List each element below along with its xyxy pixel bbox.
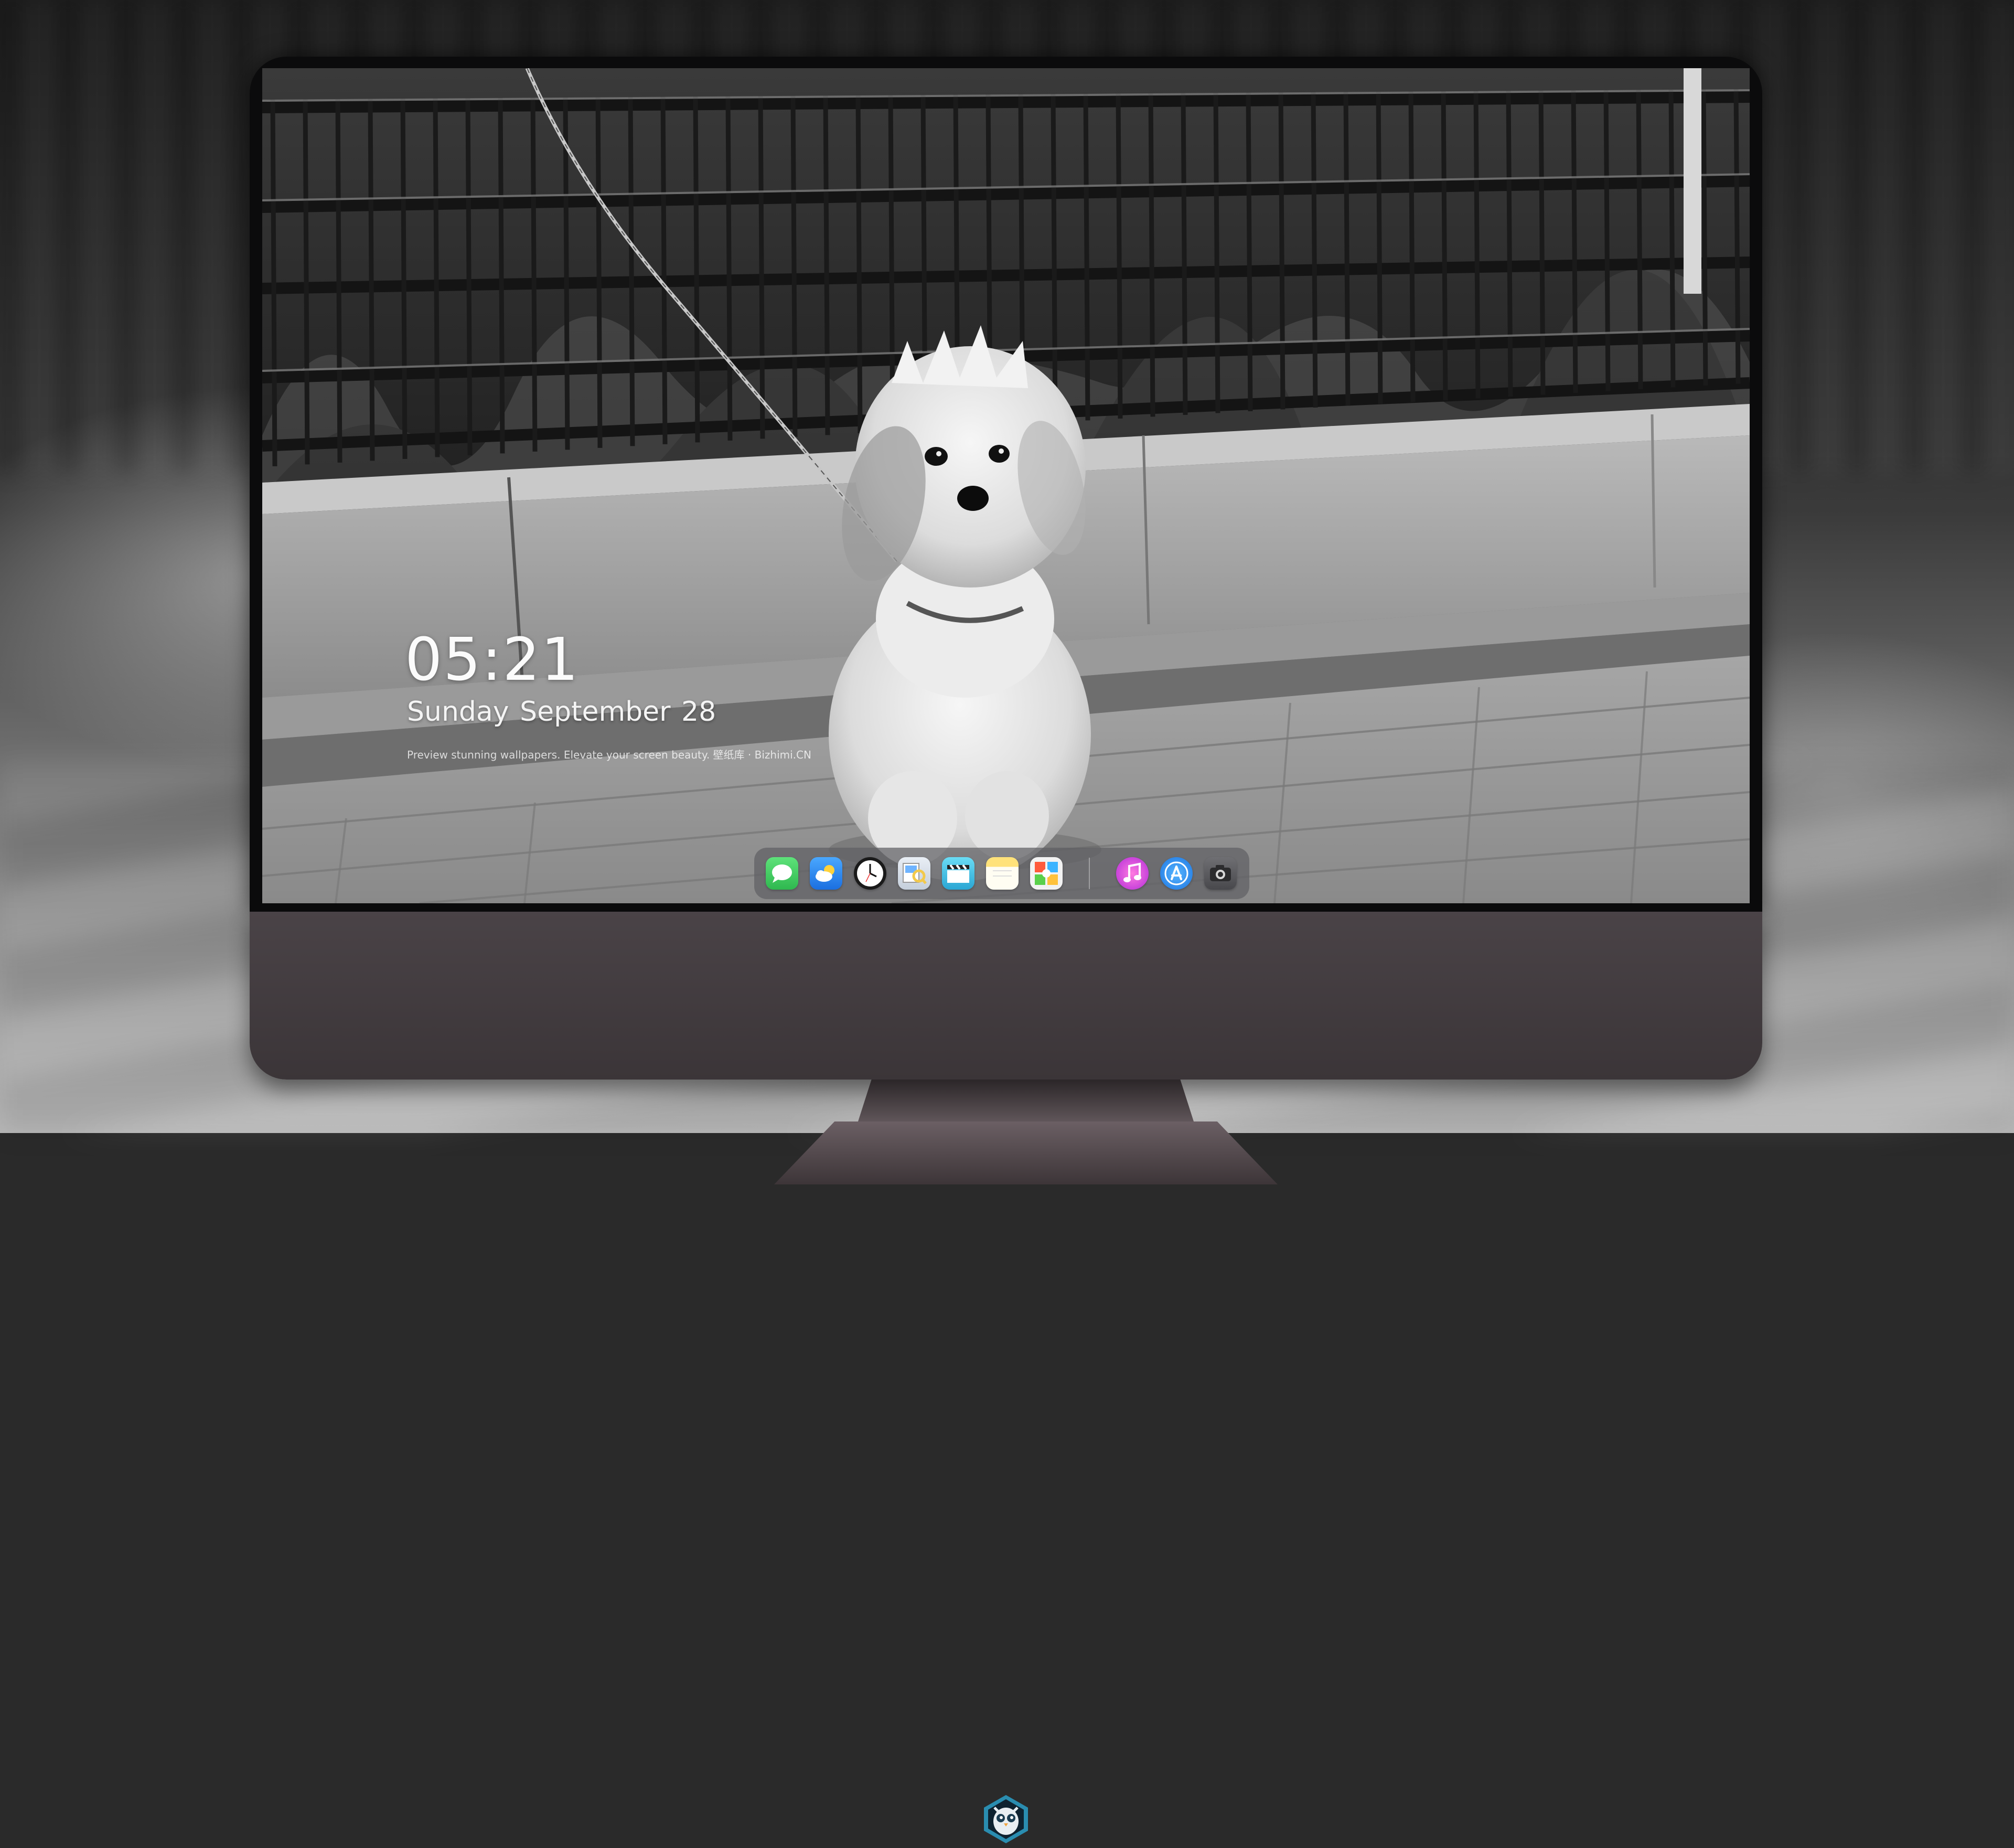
itunes-icon[interactable] xyxy=(1116,857,1149,890)
fence-bar xyxy=(660,97,668,444)
owl-mascot-icon xyxy=(980,1793,1032,1845)
dock xyxy=(754,848,1249,899)
fence-bar xyxy=(303,99,310,465)
fence-bar xyxy=(400,99,408,459)
lock-clock: 05:21 xyxy=(405,626,580,694)
preview-icon[interactable] xyxy=(898,857,930,890)
fence-bar xyxy=(1408,91,1416,402)
fence-bar xyxy=(758,96,765,439)
fence-bar xyxy=(1246,92,1253,411)
fence-bar xyxy=(1278,92,1285,410)
fence-bar xyxy=(1116,93,1123,419)
fence-bar xyxy=(1733,89,1741,384)
fence-bar xyxy=(530,98,538,452)
fence-bar xyxy=(368,99,375,461)
fence-bar xyxy=(1506,91,1513,397)
fence-bar xyxy=(725,96,733,441)
fence-bar xyxy=(1148,93,1155,417)
fence-bar xyxy=(790,95,798,437)
notes-icon[interactable] xyxy=(986,857,1019,890)
fence-bar xyxy=(1571,90,1578,393)
fence-bar xyxy=(1473,91,1481,399)
fence-bar xyxy=(1668,90,1676,388)
fence-bar xyxy=(1441,91,1448,400)
fence-bar xyxy=(465,98,473,455)
fence-bar xyxy=(823,95,830,435)
dock-separator xyxy=(1089,858,1090,889)
monitor: 05:21 Sunday September 28 Preview stunni… xyxy=(250,57,1762,1843)
monitor-stand-base xyxy=(774,1121,1278,1184)
fence-bar xyxy=(628,97,635,446)
fence-bar xyxy=(855,95,863,433)
monitor-bezel: 05:21 Sunday September 28 Preview stunni… xyxy=(250,57,1762,912)
fence-bar xyxy=(498,98,505,454)
clapper-icon[interactable] xyxy=(942,857,974,890)
fence-bar xyxy=(1343,92,1351,406)
clock-icon[interactable] xyxy=(854,857,886,890)
fence-bar xyxy=(1376,91,1383,404)
lock-screen[interactable]: 05:21 Sunday September 28 Preview stunni… xyxy=(262,68,1750,903)
fence-bar xyxy=(1181,93,1188,415)
monitor-chin xyxy=(250,912,1762,1843)
fence-bar xyxy=(595,97,603,448)
fence-bar xyxy=(433,98,440,457)
fence-bar xyxy=(335,99,342,463)
fence-bar xyxy=(1083,93,1090,421)
fence-bar xyxy=(270,99,277,466)
photo-booth-icon[interactable] xyxy=(1030,857,1063,890)
messages-icon[interactable] xyxy=(766,857,798,890)
fence-bar xyxy=(1051,94,1058,422)
fence-bar xyxy=(693,97,700,443)
fence-bar xyxy=(1636,90,1643,389)
camera-icon[interactable] xyxy=(1204,857,1237,890)
wallpaper-dog-photo xyxy=(262,68,1750,903)
wallpaper-caption: Preview stunning wallpapers. Elevate you… xyxy=(407,749,811,761)
app-store-icon[interactable] xyxy=(1160,857,1193,890)
fence-bar xyxy=(1701,89,1708,386)
fence-bar xyxy=(1603,90,1611,391)
fence-bar xyxy=(1213,93,1220,413)
lock-date: Sunday September 28 xyxy=(407,696,716,728)
weather-icon[interactable] xyxy=(810,857,842,890)
fence-bar xyxy=(1311,92,1318,408)
fence-bar xyxy=(1538,90,1546,395)
monitor-stand-neck xyxy=(858,1080,1194,1121)
